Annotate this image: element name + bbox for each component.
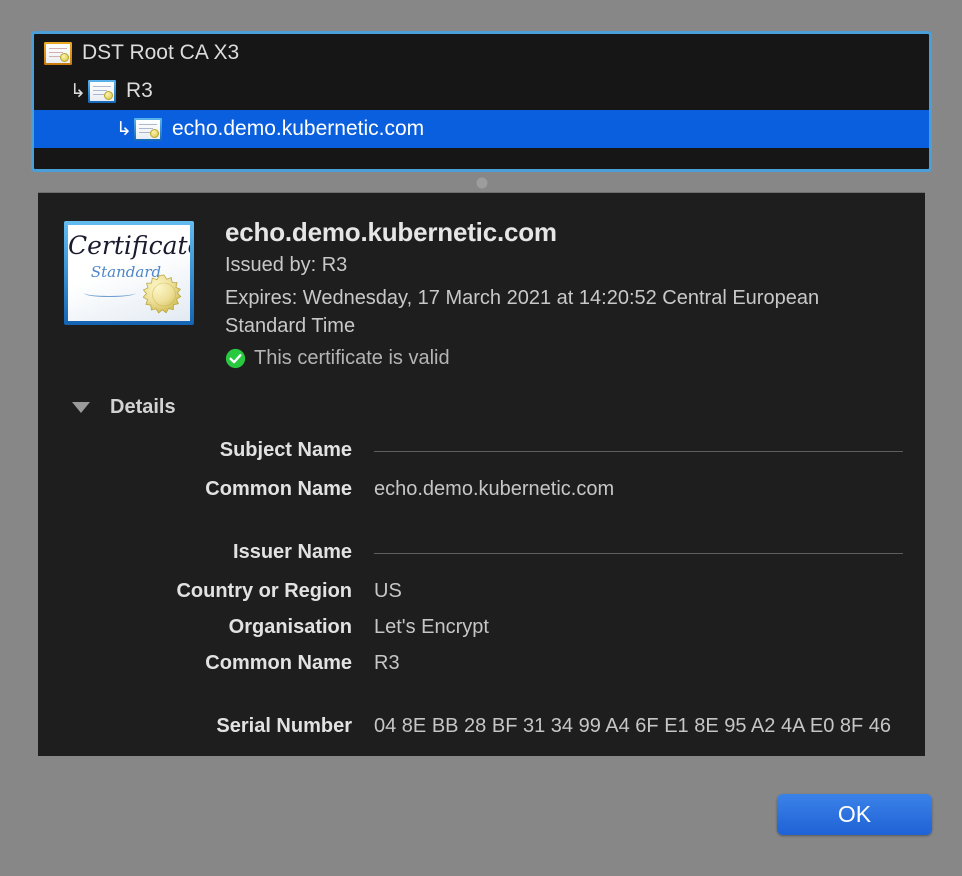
- field-value: echo.demo.kubernetic.com: [374, 478, 615, 501]
- certificate-root-icon: [44, 41, 72, 65]
- field-label: Organisation: [228, 616, 352, 639]
- triangle-down-icon[interactable]: [72, 402, 90, 414]
- field-label: Common Name: [205, 478, 352, 501]
- certificate-title: echo.demo.kubernetic.com: [225, 217, 557, 247]
- certificate-expires: Expires: Wednesday, 17 March 2021 at 14:…: [225, 286, 820, 338]
- certificate-summary: Certificate Standard echo.demo.kuberneti…: [64, 217, 903, 370]
- section-divider: [374, 451, 903, 453]
- certificate-validity-text: This certificate is valid: [254, 347, 450, 370]
- section-divider: [374, 553, 903, 555]
- chain-row-root[interactable]: DST Root CA X3: [34, 34, 929, 72]
- field-label: Issuer Name: [233, 541, 352, 564]
- chain-row-label: DST Root CA X3: [82, 41, 240, 64]
- field-section-header: Issuer Name: [64, 539, 903, 566]
- chain-row-label: echo.demo.kubernetic.com: [172, 117, 425, 140]
- chain-row-intermediate[interactable]: ↳ R3: [34, 72, 929, 110]
- chain-row-leaf[interactable]: ↳ echo.demo.kubernetic.com: [34, 110, 929, 148]
- certificate-image-flourish: [83, 289, 137, 297]
- field-row: Common Name R3: [64, 650, 903, 677]
- details-header-label: Details: [110, 396, 176, 419]
- tree-branch-arrow-icon: ↳: [70, 80, 86, 102]
- field-value: 04 8E BB 28 BF 31 34 99 A4 6F E1 8E 95 A…: [374, 715, 892, 738]
- field-row: Country or Region US: [64, 578, 903, 605]
- certificate-intermediate-icon: [88, 79, 116, 103]
- field-label: Common Name: [205, 652, 352, 675]
- field-label: Serial Number: [216, 715, 352, 738]
- tree-branch-arrow-icon: ↳: [116, 118, 132, 140]
- certificate-leaf-icon: [134, 117, 162, 141]
- field-section-header: Subject Name: [64, 437, 903, 464]
- certificate-chain-panel[interactable]: DST Root CA X3 ↳ R3 ↳ echo.demo.kubernetic.c…: [31, 31, 932, 172]
- certificate-fields-list: Subject Name Common Name echo.demo.kuberne…: [64, 437, 903, 740]
- certificate-seal-icon: [143, 274, 182, 314]
- certificate-chain-list: DST Root CA X3 ↳ R3 ↳ echo.demo.kubernetic.c…: [34, 34, 929, 148]
- field-label: Country or Region: [176, 580, 352, 603]
- field-value: Let's Encrypt: [374, 616, 489, 639]
- field-label: Subject Name: [219, 439, 352, 462]
- ok-button[interactable]: OK: [777, 794, 932, 835]
- details-disclosure-row[interactable]: Details: [72, 396, 903, 419]
- chain-row-label: R3: [126, 79, 153, 102]
- green-check-circle-icon: [225, 349, 246, 369]
- certificate-image-title: Certificate: [68, 231, 190, 260]
- field-row: Organisation Let's Encrypt: [64, 614, 903, 641]
- splitter-grabber-icon[interactable]: [476, 177, 487, 189]
- certificate-viewer-dialog: DST Root CA X3 ↳ R3 ↳ echo.demo.kubernetic.c…: [0, 0, 962, 876]
- field-value: US: [374, 580, 402, 603]
- certificate-details-panel: Certificate Standard echo.demo.kuberneti…: [38, 192, 925, 756]
- panel-splitter[interactable]: [31, 176, 932, 190]
- field-row: Common Name echo.demo.kubernetic.com: [64, 476, 903, 503]
- certificate-validity-status: This certificate is valid: [225, 347, 825, 370]
- field-value: R3: [374, 652, 400, 675]
- field-row: Serial Number 04 8E BB 28 BF 31 34 99 A4 …: [64, 713, 903, 740]
- certificate-issued-by: Issued by: R3: [225, 253, 348, 276]
- certificate-image-icon: Certificate Standard: [64, 221, 194, 325]
